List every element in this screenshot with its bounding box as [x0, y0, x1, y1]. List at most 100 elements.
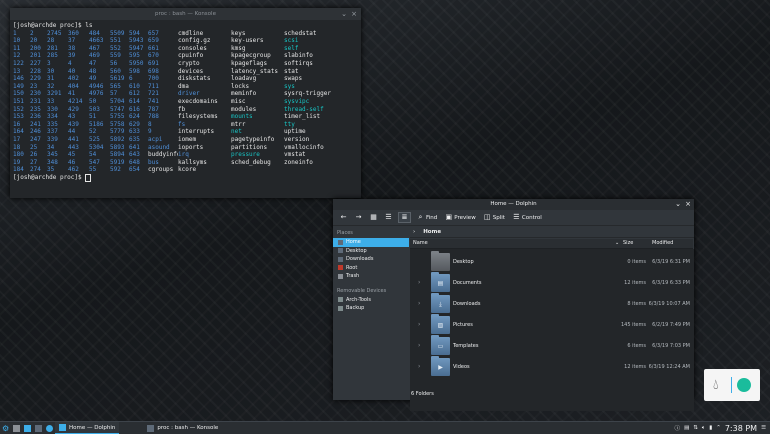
- dolphin-launcher-icon[interactable]: [24, 424, 31, 432]
- ls-entry: filesystems: [178, 113, 218, 121]
- close-icon[interactable]: ×: [685, 199, 691, 210]
- ls-entry: 5509: [110, 29, 125, 37]
- minimize-icon[interactable]: ⌄: [675, 199, 681, 210]
- device-arch-tools[interactable]: Arch-Tools: [333, 296, 409, 305]
- ls-row: 150 230 3291 41 4976 57 612 721 driver meminfo sys…: [13, 90, 361, 98]
- breadcrumb-home[interactable]: Home: [423, 229, 441, 235]
- file-modified: 6/3/19 6:33 PM: [652, 280, 690, 286]
- sort-chevron-icon[interactable]: ⌄: [615, 239, 619, 248]
- column-modified[interactable]: Modified: [652, 239, 673, 248]
- column-header: Name ⌄ Size Modified: [410, 239, 693, 249]
- dolphin-titlebar[interactable]: Home — Dolphin ⌄ ×: [333, 199, 694, 210]
- minimize-icon[interactable]: ⌄: [341, 8, 347, 20]
- ls-entry: irq: [178, 151, 189, 159]
- ls-entry: 40: [68, 67, 76, 75]
- device-backup[interactable]: Backup: [333, 304, 409, 313]
- forward-button[interactable]: →: [353, 213, 364, 222]
- ls-entry: 467: [89, 44, 100, 52]
- ls-entry: 5919: [110, 158, 125, 166]
- breadcrumb[interactable]: › Home: [410, 227, 694, 238]
- browser-launcher-icon[interactable]: [46, 424, 53, 432]
- ls-entry: 641: [129, 143, 140, 151]
- ls-entry: devices: [178, 67, 204, 75]
- task-konsole[interactable]: proc : bash — Konsole: [143, 423, 222, 434]
- expand-chevron-icon[interactable]: ›: [418, 363, 420, 370]
- ls-entry: interrupts: [178, 128, 215, 136]
- expand-chevron-icon[interactable]: ›: [418, 342, 420, 349]
- volume-icon[interactable]: 🔈︎: [702, 425, 705, 432]
- ls-entry: 35: [47, 166, 55, 174]
- konsole-titlebar[interactable]: proc : bash — Konsole ⌄ ×: [10, 8, 361, 20]
- ls-entry: 33: [47, 97, 55, 105]
- ls-entry: latency_stats: [231, 67, 278, 75]
- ls-entry: 151: [13, 97, 24, 105]
- close-icon[interactable]: ×: [351, 8, 357, 20]
- compact-view-button[interactable]: ☰: [383, 213, 394, 222]
- clock[interactable]: 7:38 PM: [725, 424, 757, 433]
- konsole-launcher-icon[interactable]: [35, 424, 42, 432]
- info-icon[interactable]: ⓘ: [675, 424, 681, 432]
- back-button[interactable]: ←: [338, 213, 349, 222]
- ls-entry: 13: [13, 67, 21, 75]
- battery-icon[interactable]: ▮: [709, 425, 712, 431]
- terminal-output[interactable]: [josh@archde proc]$ ls 1 2 2745 360 484 5509 5…: [10, 20, 361, 182]
- ls-entry: 643: [129, 151, 140, 159]
- ls-entry: 594: [129, 29, 140, 37]
- icons-view-button[interactable]: ▦: [368, 213, 379, 222]
- expand-chevron-icon[interactable]: ›: [418, 321, 420, 328]
- ls-entry: version: [284, 135, 310, 143]
- file-row-videos[interactable]: › ▶ Videos 12 items 6/3/19 12:24 AM: [410, 356, 693, 377]
- column-size[interactable]: Size: [623, 239, 633, 248]
- ls-row: 18 25 34 443 5304 5893 641 asound ioports partiti…: [13, 144, 361, 152]
- expand-chevron-icon[interactable]: ›: [418, 300, 420, 307]
- place-home[interactable]: Home: [333, 238, 409, 247]
- place-downloads[interactable]: Downloads: [333, 255, 409, 264]
- split-button[interactable]: ◫ Split: [482, 213, 507, 222]
- clipboard-icon[interactable]: ▤: [684, 425, 689, 431]
- ls-entry: cmdline: [178, 29, 204, 37]
- expand-chevron-icon[interactable]: ›: [418, 279, 420, 286]
- ls-entry: 559: [110, 52, 121, 60]
- file-row-desktop[interactable]: Desktop 0 items 6/3/19 6:31 PM: [410, 251, 693, 272]
- color-circle-icon[interactable]: [737, 378, 751, 392]
- ls-entry: 629: [129, 120, 140, 128]
- app-launcher-icon[interactable]: ⚙: [2, 424, 9, 432]
- ls-entry: 201: [30, 52, 41, 60]
- network-icon[interactable]: ⇅: [693, 425, 698, 431]
- panel-settings-icon[interactable]: ☰: [761, 425, 766, 431]
- control-button[interactable]: ☰ Control: [511, 213, 544, 222]
- ls-entry: 3: [47, 59, 51, 67]
- file-row-documents[interactable]: › ▤ Documents 12 items 6/3/19 6:33 PM: [410, 272, 693, 293]
- dolphin-window[interactable]: Home — Dolphin ⌄ × ← → ▦ ☰ ≣ ⌕ Find ▣ Prev…: [333, 199, 694, 411]
- folder-icon: ⤓: [431, 293, 450, 313]
- place-root[interactable]: Root: [333, 264, 409, 273]
- details-view-button[interactable]: ≣: [398, 212, 411, 223]
- place-desktop[interactable]: Desktop: [333, 247, 409, 256]
- place-trash[interactable]: Trash: [333, 272, 409, 281]
- task-dolphin[interactable]: Home — Dolphin: [55, 422, 120, 434]
- ls-entry: dma: [178, 82, 189, 90]
- find-button[interactable]: ⌕ Find: [415, 213, 439, 222]
- ls-entry: 654: [129, 166, 140, 174]
- file-row-downloads[interactable]: › ⤓ Downloads 8 items 6/3/19 10:07 AM: [410, 293, 693, 314]
- show-desktop-icon[interactable]: [13, 424, 20, 432]
- ls-entry: 39: [68, 52, 76, 60]
- divider: [731, 377, 732, 393]
- expand-tray-icon[interactable]: ⌃: [716, 425, 721, 431]
- file-row-templates[interactable]: › ▭ Templates 6 items 6/3/19 7:03 PM: [410, 335, 693, 356]
- ls-entry: 659: [148, 37, 159, 45]
- ls-entry: 503: [89, 105, 100, 113]
- column-name[interactable]: Name: [413, 239, 428, 248]
- ls-entry: 5619: [110, 75, 125, 83]
- ls-entry: cpuinfo: [178, 52, 204, 60]
- ls-entry: 122: [13, 59, 24, 67]
- ls-entry: 18: [13, 143, 21, 151]
- ls-entry: modules: [231, 105, 257, 113]
- preview-button[interactable]: ▣ Preview: [443, 213, 477, 222]
- konsole-window[interactable]: proc : bash — Konsole ⌄ × [josh@archde p…: [10, 8, 361, 198]
- ls-entry: 5758: [110, 120, 125, 128]
- ls-entry: 44: [68, 128, 76, 136]
- water-drop-icon[interactable]: 💧︎: [713, 378, 719, 392]
- status-bar: 6 Folders: [411, 391, 434, 397]
- file-row-pictures[interactable]: › ▨ Pictures 145 items 6/2/19 7:49 PM: [410, 314, 693, 335]
